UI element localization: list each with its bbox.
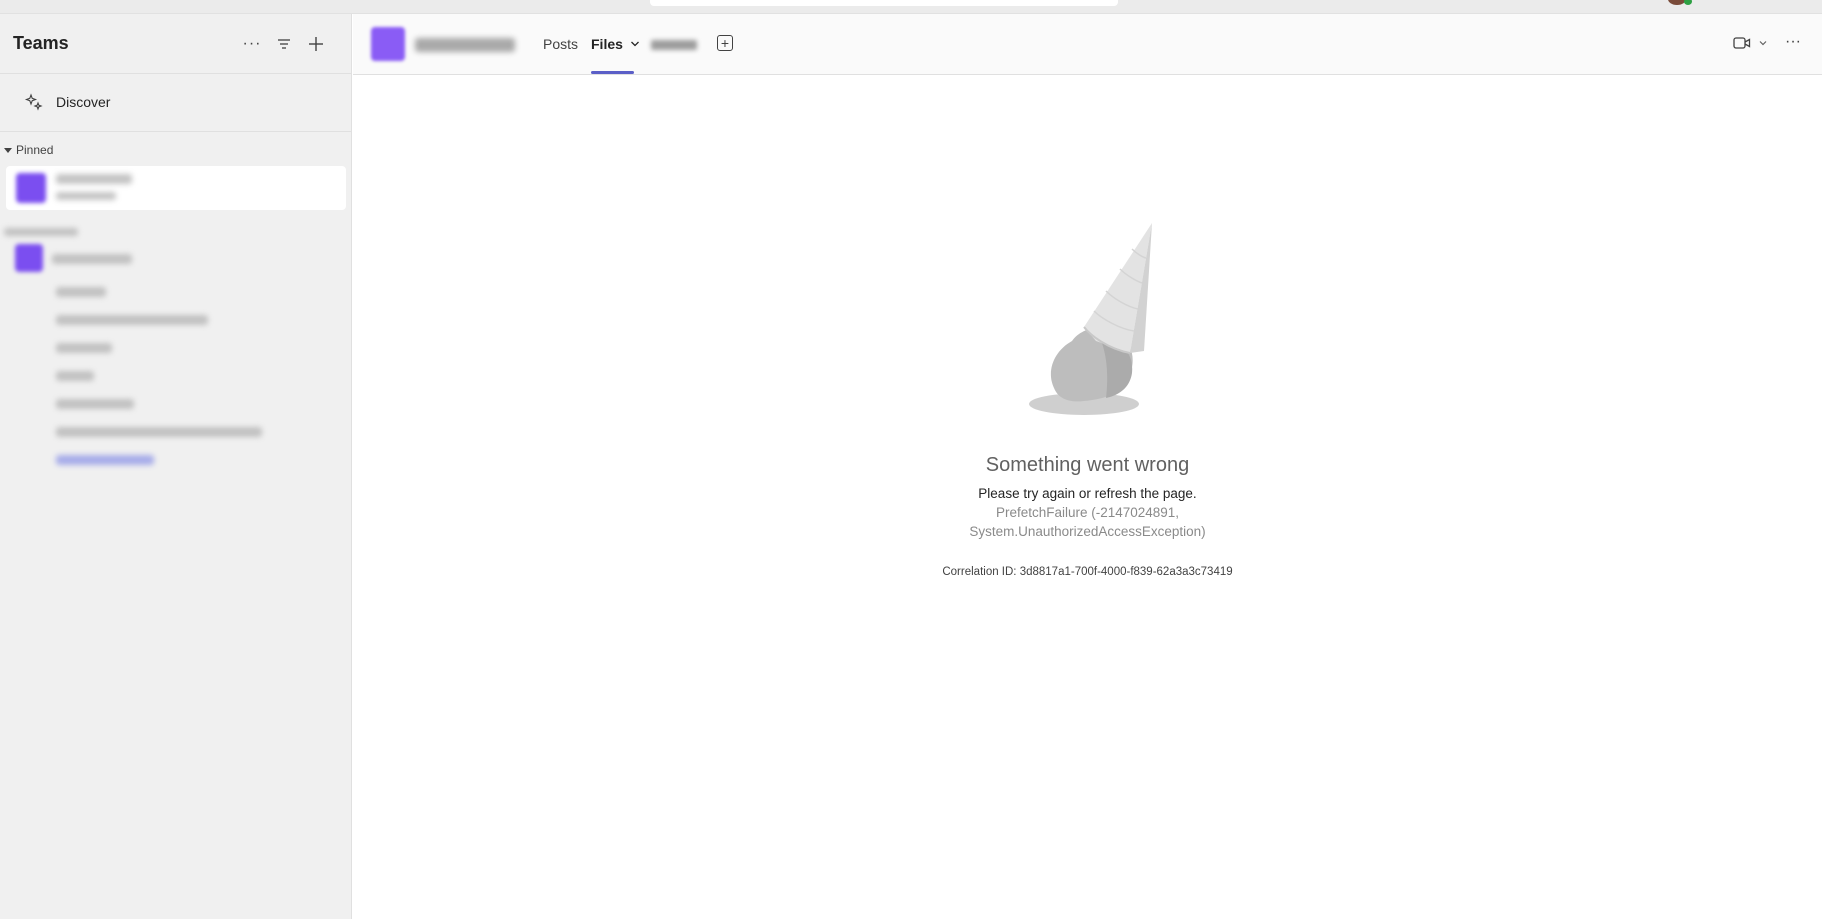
channel-name-redacted[interactable] (415, 38, 515, 52)
filter-icon (278, 39, 290, 49)
channel-item-redacted[interactable] (56, 287, 106, 297)
team-name-redacted[interactable] (52, 254, 132, 264)
team-avatar (15, 244, 43, 272)
melted-ice-cream-icon (1029, 223, 1152, 415)
more-options-button[interactable]: ··· (240, 32, 264, 56)
add-icon (309, 37, 323, 51)
filter-button[interactable] (272, 32, 296, 56)
tab-files-label: Files (591, 36, 623, 52)
channel-item-redacted[interactable] (56, 399, 134, 409)
add-tab-icon: + (720, 35, 730, 51)
pinned-section-header[interactable]: Pinned (4, 143, 53, 157)
pinned-channel-name-redacted (56, 174, 132, 184)
create-team-button[interactable] (304, 32, 328, 56)
error-detail-line1: PrefetchFailure (-2147024891, (995, 505, 1180, 520)
see-all-channels-link-redacted[interactable] (56, 455, 154, 465)
section-header-redacted[interactable] (4, 228, 78, 236)
team-avatar (16, 173, 46, 203)
files-error-panel: Something went wrong Please try again or… (353, 75, 1822, 919)
meet-button[interactable] (1733, 36, 1768, 50)
pinned-label: Pinned (16, 143, 54, 157)
add-tab-button[interactable]: + (717, 35, 733, 51)
error-title: Something went wrong (985, 454, 1190, 476)
pinned-team-name-redacted (56, 192, 116, 200)
correlation-id: Correlation ID: 3d8817a1-700f-4000-f839-… (942, 566, 1233, 578)
channel-item-redacted[interactable] (56, 427, 262, 437)
error-detail-line2: System.UnauthorizedAccessException) (969, 524, 1206, 539)
more-options-button[interactable]: ··· (1785, 33, 1801, 51)
active-tab-indicator (591, 71, 634, 74)
channel-avatar (371, 27, 405, 61)
channel-item-redacted[interactable] (56, 343, 112, 353)
discover-icon (24, 93, 43, 111)
more-icon: ··· (242, 35, 262, 52)
tab-posts[interactable]: Posts (543, 36, 578, 52)
discover-item[interactable]: Discover (0, 74, 352, 132)
video-call-icon (1733, 37, 1751, 49)
tab-redacted[interactable] (651, 40, 697, 50)
top-search-box[interactable] (650, 0, 1118, 6)
caret-down-icon (4, 147, 12, 153)
sidebar-header: Teams ··· (0, 14, 352, 74)
tab-files[interactable]: Files (591, 36, 640, 52)
more-icon: ··· (1785, 33, 1801, 50)
chevron-down-icon (630, 41, 639, 47)
pinned-channel-item[interactable] (6, 166, 346, 210)
chevron-down-icon (1759, 41, 1767, 46)
sidebar-title: Teams (13, 33, 69, 53)
teams-sidebar: Teams ··· Discover Pinned (0, 14, 352, 919)
discover-label: Discover (56, 94, 111, 110)
presence-indicator (1684, 0, 1692, 5)
channel-item-redacted[interactable] (56, 315, 208, 325)
top-strip (0, 0, 1822, 14)
channel-header: Posts Files + ··· (353, 14, 1822, 75)
error-subtitle: Please try again or refresh the page. (978, 486, 1197, 501)
channel-item-redacted[interactable] (56, 371, 94, 381)
